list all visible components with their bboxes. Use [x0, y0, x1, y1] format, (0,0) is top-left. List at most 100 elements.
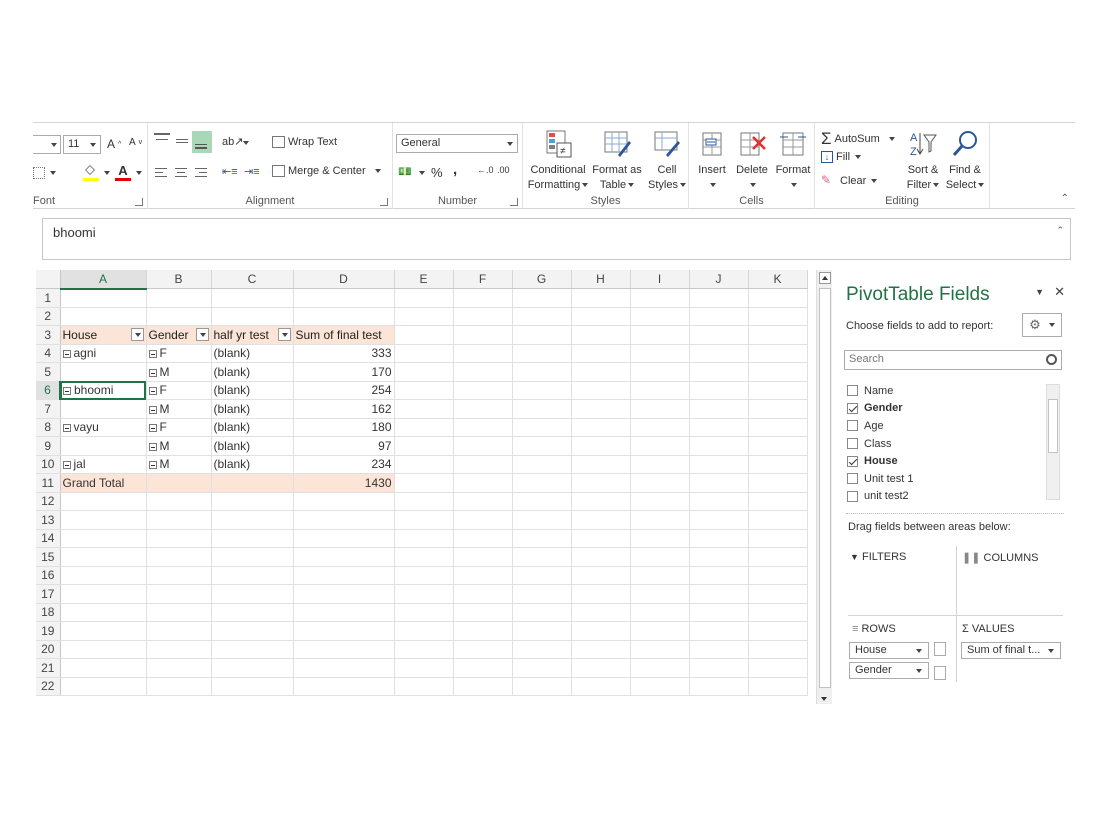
- field-checkbox[interactable]: [847, 420, 858, 432]
- pane-options-dropdown-icon[interactable]: ▼: [1035, 287, 1044, 300]
- cell[interactable]: [630, 658, 690, 678]
- row-header[interactable]: 12: [36, 492, 61, 511]
- row-header[interactable]: 18: [36, 603, 61, 622]
- cell[interactable]: [394, 418, 454, 437]
- cell[interactable]: [630, 584, 690, 604]
- cell[interactable]: [211, 492, 294, 511]
- cell[interactable]: [630, 492, 690, 511]
- cell[interactable]: [571, 455, 631, 474]
- cell[interactable]: [60, 492, 147, 511]
- row-header[interactable]: 21: [36, 658, 61, 678]
- cell[interactable]: [689, 584, 749, 604]
- cell[interactable]: [571, 584, 631, 604]
- cell[interactable]: [748, 547, 808, 567]
- cell[interactable]: [453, 584, 513, 604]
- sort-filter-button[interactable]: AZ Sort & Filter: [903, 129, 943, 193]
- cell[interactable]: [146, 288, 212, 308]
- cell[interactable]: [60, 677, 147, 696]
- cell[interactable]: [512, 325, 572, 345]
- field-item[interactable]: unit test2: [844, 488, 1062, 504]
- cell[interactable]: [571, 418, 631, 437]
- cell[interactable]: [394, 436, 454, 456]
- cell[interactable]: [146, 566, 212, 585]
- cell[interactable]: [512, 492, 572, 511]
- column-header[interactable]: G: [512, 270, 572, 289]
- pivot-gender-cell[interactable]: F: [146, 344, 212, 363]
- cell[interactable]: [394, 640, 454, 659]
- cell[interactable]: [293, 288, 395, 308]
- cell[interactable]: [630, 473, 690, 493]
- cell[interactable]: [394, 455, 454, 474]
- cell[interactable]: [60, 603, 147, 622]
- cell[interactable]: [211, 307, 294, 326]
- cell[interactable]: [689, 455, 749, 474]
- cell[interactable]: [571, 510, 631, 530]
- pivot-gender-cell[interactable]: M: [146, 436, 212, 456]
- cell[interactable]: [748, 381, 808, 400]
- scroll-down-icon[interactable]: [819, 694, 831, 704]
- cell[interactable]: [512, 362, 572, 382]
- cell[interactable]: [211, 640, 294, 659]
- cell[interactable]: [630, 640, 690, 659]
- top-align-icon[interactable]: [154, 133, 170, 149]
- rows-scroll-up-icon[interactable]: [934, 642, 946, 656]
- pivot-header-sum[interactable]: Sum of final test: [293, 325, 395, 345]
- row-header[interactable]: 11: [36, 473, 61, 493]
- conditional-formatting-button[interactable]: ≠ Conditional Formatting: [527, 129, 589, 193]
- row-header[interactable]: 15: [36, 547, 61, 567]
- cell[interactable]: [748, 288, 808, 308]
- cell[interactable]: [748, 658, 808, 678]
- cell[interactable]: [630, 677, 690, 696]
- cell[interactable]: [630, 455, 690, 474]
- decrease-decimal-icon[interactable]: .00: [497, 165, 510, 175]
- pivot-house-cell[interactable]: [60, 362, 147, 382]
- pivot-header-gender[interactable]: Gender: [146, 325, 212, 345]
- cell[interactable]: [293, 566, 395, 585]
- cell[interactable]: [748, 621, 808, 641]
- cell[interactable]: [512, 603, 572, 622]
- fill-color-icon[interactable]: [83, 165, 110, 181]
- scroll-thumb[interactable]: [819, 288, 831, 688]
- field-list-scrollbar[interactable]: [1046, 384, 1060, 500]
- cell[interactable]: [293, 603, 395, 622]
- cell[interactable]: [689, 603, 749, 622]
- cell[interactable]: [571, 362, 631, 382]
- cell[interactable]: [394, 529, 454, 548]
- rows-field-house[interactable]: House: [849, 642, 929, 659]
- field-item[interactable]: Class: [844, 435, 1062, 453]
- cell[interactable]: [689, 344, 749, 363]
- cell[interactable]: [293, 658, 395, 678]
- cell[interactable]: [60, 547, 147, 567]
- cell[interactable]: [630, 436, 690, 456]
- cell[interactable]: [748, 325, 808, 345]
- close-icon[interactable]: ✕: [1054, 284, 1065, 300]
- values-field-sum[interactable]: Sum of final t...: [961, 642, 1061, 659]
- cell[interactable]: [453, 621, 513, 641]
- comma-style-button[interactable]: ,: [453, 161, 457, 178]
- grand-total-blank[interactable]: [146, 473, 212, 493]
- cell[interactable]: [689, 621, 749, 641]
- pivot-house-cell[interactable]: [60, 399, 147, 419]
- cell[interactable]: [146, 658, 212, 678]
- field-checkbox[interactable]: [847, 385, 858, 397]
- cell[interactable]: [689, 473, 749, 493]
- insert-cells-button[interactable]: Insert: [693, 129, 731, 193]
- pane-tools-button[interactable]: ⚙: [1022, 313, 1062, 337]
- orientation-icon[interactable]: ab↗: [222, 135, 249, 151]
- column-header[interactable]: A: [60, 270, 147, 290]
- cell[interactable]: [453, 547, 513, 567]
- alignment-launcher-icon[interactable]: [380, 198, 388, 206]
- pivot-sum-cell[interactable]: 97: [293, 436, 395, 456]
- cell[interactable]: [689, 510, 749, 530]
- pivot-half-cell[interactable]: (blank): [211, 436, 294, 456]
- fill-button[interactable]: ↓ Fill: [821, 151, 862, 163]
- grand-total-blank[interactable]: [211, 473, 294, 493]
- cell[interactable]: [748, 436, 808, 456]
- cell[interactable]: [293, 677, 395, 696]
- filter-dropdown-icon[interactable]: [277, 328, 291, 342]
- cell[interactable]: [689, 307, 749, 326]
- collapse-icon[interactable]: [63, 387, 71, 396]
- cell[interactable]: [146, 307, 212, 326]
- decrease-indent-icon[interactable]: ⇤≡: [222, 165, 238, 181]
- cell[interactable]: [689, 288, 749, 308]
